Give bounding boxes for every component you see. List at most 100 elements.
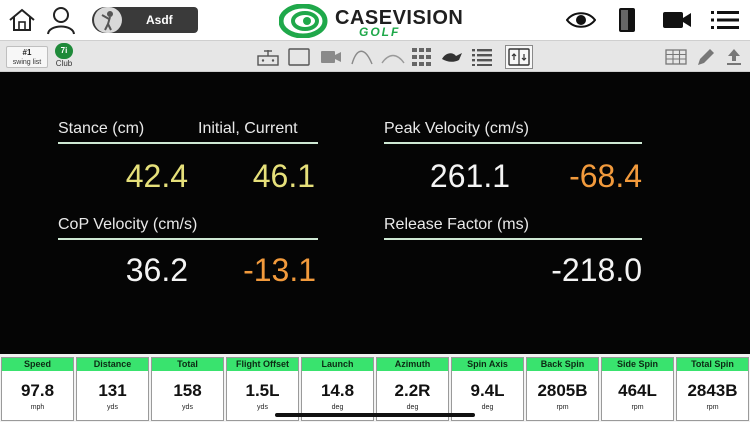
user-icon — [47, 7, 75, 35]
share-icon — [727, 49, 741, 65]
stat-speed[interactable]: Speed 97.8 mph — [1, 357, 74, 421]
edit-button[interactable] — [694, 45, 718, 69]
stat-value: 1.5L — [245, 381, 280, 400]
device-button[interactable] — [256, 45, 280, 69]
pencil-icon — [698, 49, 714, 65]
balance-board-button[interactable] — [505, 45, 533, 69]
logo-subword: GOLF — [359, 25, 401, 39]
toolbar: #1 swing list 7i Club — [0, 40, 750, 72]
logo-swoosh-icon — [279, 4, 328, 38]
stat-value: 2.2R — [394, 381, 431, 400]
stat-unit: yds — [182, 404, 193, 411]
trajectory-button[interactable] — [350, 45, 374, 69]
stat-label: Side Spin — [602, 358, 673, 371]
home-indicator[interactable] — [275, 413, 475, 417]
camera-button[interactable] — [319, 45, 343, 69]
user-selector[interactable]: Asdf — [92, 7, 198, 33]
stat-launch[interactable]: Launch 14.8 deg — [301, 357, 374, 421]
profile-button[interactable] — [44, 4, 78, 36]
camera-icon — [321, 51, 341, 63]
user-name: Asdf — [146, 13, 173, 27]
stat-label: Flight Offset — [227, 358, 298, 371]
stat-value: 2843B — [687, 381, 738, 400]
top-bar: Asdf CASEVISION GOLF — [0, 0, 750, 40]
swing-list-label: swing list — [12, 59, 42, 66]
phone-mode-button[interactable] — [613, 4, 641, 36]
stat-label: Spin Axis — [452, 358, 523, 371]
club-selector[interactable]: 7i Club — [53, 43, 75, 69]
phone-icon — [619, 8, 635, 32]
table-icon — [665, 49, 687, 65]
grid-icon — [412, 48, 431, 66]
release-factor-value: -218.0 — [551, 252, 642, 288]
flat-arc-icon — [381, 54, 405, 64]
share-button[interactable] — [722, 45, 746, 69]
flat-trajectory-button[interactable] — [380, 45, 406, 69]
stat-total-spin[interactable]: Total Spin 2843B rpm — [676, 357, 749, 421]
club-label: Club — [55, 59, 73, 68]
stance-current-value: 46.1 — [252, 158, 315, 194]
stat-label: Total — [152, 358, 223, 371]
cop-velocity-label: CoP Velocity (cm/s) — [58, 216, 198, 233]
cop-velocity-value-2: -13.1 — [243, 252, 316, 288]
stat-unit: mph — [30, 404, 45, 411]
stat-value: 97.8 — [20, 381, 55, 400]
balance-board-icon — [508, 48, 530, 66]
club-swoosh-icon — [442, 53, 462, 62]
peak-velocity-underline — [384, 142, 642, 144]
casevision-logo: CASEVISION GOLF — [279, 3, 475, 39]
release-factor-label: Release Factor (ms) — [384, 216, 529, 233]
club-badge: 7i — [55, 43, 73, 59]
frame-button[interactable] — [287, 45, 311, 69]
peak-velocity-value-1: 261.1 — [429, 158, 510, 194]
menu-icon — [711, 11, 739, 29]
stat-flight-offset[interactable]: Flight Offset 1.5L yds — [226, 357, 299, 421]
stat-unit: yds — [107, 404, 118, 411]
shot-stats-bar: Speed 97.8 mph Distance 131 yds Total 15… — [0, 354, 750, 422]
video-button[interactable] — [660, 4, 694, 36]
stance-sub-label: Initial, Current — [198, 120, 298, 137]
stat-total[interactable]: Total 158 yds — [151, 357, 224, 421]
stat-back-spin[interactable]: Back Spin 2805B rpm — [526, 357, 599, 421]
cop-velocity-value-1: 36.2 — [125, 252, 188, 288]
swing-list-button[interactable]: #1 swing list — [6, 46, 48, 68]
stat-label: Back Spin — [527, 358, 598, 371]
stat-unit: yds — [257, 404, 268, 411]
stat-distance[interactable]: Distance 131 yds — [76, 357, 149, 421]
cop-velocity-underline — [58, 238, 318, 240]
stat-label: Launch — [302, 358, 373, 371]
stat-value: 131 — [98, 381, 127, 400]
stat-label: Azimuth — [377, 358, 448, 371]
table-view-button[interactable] — [664, 45, 688, 69]
stat-value: 464L — [618, 381, 657, 400]
stat-label: Total Spin — [677, 358, 748, 371]
swing-number: #1 — [22, 48, 32, 57]
stat-unit: deg — [331, 404, 344, 411]
stance-initial-value: 42.4 — [125, 158, 188, 194]
stat-azimuth[interactable]: Azimuth 2.2R deg — [376, 357, 449, 421]
stat-label: Distance — [77, 358, 148, 371]
stance-label: Stance (cm) — [58, 120, 145, 137]
menu-button[interactable] — [708, 4, 742, 36]
grid-view-button[interactable] — [410, 45, 434, 69]
view-toggle-button[interactable] — [564, 4, 598, 36]
stat-value: 2805B — [537, 381, 588, 400]
stat-value: 158 — [173, 381, 202, 400]
list-view-button[interactable] — [470, 45, 494, 69]
square-icon — [288, 48, 310, 66]
stat-side-spin[interactable]: Side Spin 464L rpm — [601, 357, 674, 421]
club-swing-button[interactable] — [440, 45, 464, 69]
stat-unit: deg — [481, 404, 494, 411]
stance-underline — [58, 142, 318, 144]
stat-spin-axis[interactable]: Spin Axis 9.4L deg — [451, 357, 524, 421]
home-button[interactable] — [6, 4, 38, 36]
device-icon — [257, 50, 279, 66]
stat-value: 9.4L — [470, 381, 505, 400]
peak-velocity-label: Peak Velocity (cm/s) — [384, 120, 529, 137]
stat-value: 14.8 — [320, 381, 355, 400]
peak-velocity-value-2: -68.4 — [569, 158, 642, 194]
stat-unit: deg — [406, 404, 419, 411]
arc-icon — [351, 50, 373, 65]
eye-icon — [566, 12, 596, 28]
list-icon — [472, 49, 492, 66]
